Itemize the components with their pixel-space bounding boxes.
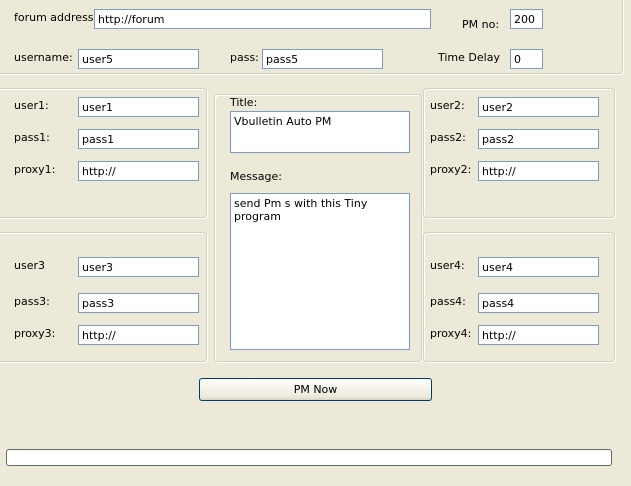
pass1-input[interactable] [78,129,199,149]
pass3-input[interactable] [78,293,199,313]
user3-label: user3 [14,259,45,272]
user2-label: user2: [430,99,465,112]
pm-no-input[interactable] [510,9,543,29]
progress-bar [6,449,612,466]
title-textarea[interactable]: Vbulletin Auto PM [230,111,410,153]
message-textarea[interactable]: send Pm s with this Tiny program [230,193,410,350]
pass2-label: pass2: [430,131,466,144]
user4-input[interactable] [478,257,599,277]
user3-input[interactable] [78,257,199,277]
message-label: Message: [230,170,282,183]
proxy1-input[interactable] [78,161,199,181]
title-label: Title: [230,96,258,109]
pm-no-label: PM no: [462,18,500,31]
pass-label: pass: [230,51,259,64]
proxy4-input[interactable] [478,325,599,345]
username-label: username: [14,51,73,64]
proxy3-label: proxy3: [14,327,56,340]
pass2-input[interactable] [478,129,599,149]
pass3-label: pass3: [14,295,50,308]
proxy2-label: proxy2: [430,163,472,176]
proxy3-input[interactable] [78,325,199,345]
forum-address-input[interactable] [94,9,431,29]
pass-input[interactable] [262,49,383,69]
time-delay-input[interactable] [510,49,543,69]
proxy1-label: proxy1: [14,163,56,176]
user4-label: user4: [430,259,465,272]
pass4-label: pass4: [430,295,466,308]
proxy4-label: proxy4: [430,327,472,340]
username-input[interactable] [78,49,199,69]
user1-label: user1: [14,99,49,112]
forum-address-label: forum address [14,11,94,24]
pass4-input[interactable] [478,293,599,313]
pm-now-button[interactable]: PM Now [199,378,432,401]
time-delay-label: Time Delay [438,51,500,64]
user2-input[interactable] [478,97,599,117]
user1-input[interactable] [78,97,199,117]
proxy2-input[interactable] [478,161,599,181]
pass1-label: pass1: [14,131,50,144]
